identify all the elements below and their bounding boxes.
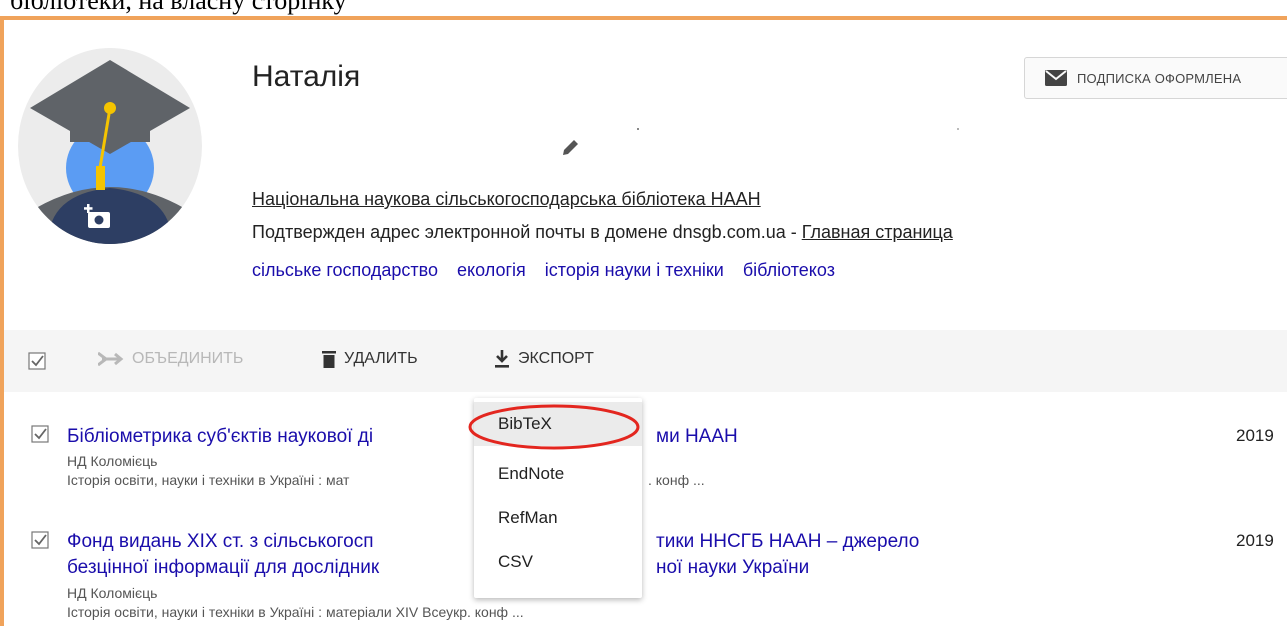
article-venue: Історія освіти, науки і техніки в Україн… [67,472,350,488]
article-title-link-tail[interactable]: тики ННСГБ НААН – джерело [656,529,919,554]
interest-link[interactable]: бібліотекоз [743,260,835,280]
interest-link[interactable]: історія науки і техніки [545,260,724,280]
edit-pencil-icon[interactable] [561,137,581,157]
merge-icon [98,352,124,366]
orange-frame-top [0,16,1287,20]
export-refman-item[interactable]: RefMan [474,496,642,540]
subscribe-button[interactable]: ПОДПИСКА ОФОРМЛЕНА [1024,57,1287,99]
orange-frame-left [0,16,4,626]
homepage-link[interactable]: Главная страница [802,222,953,242]
article-title-link-line2[interactable]: безцінної інформації для дослідник [67,555,379,580]
add-photo-icon[interactable] [84,204,112,230]
export-csv-item[interactable]: CSV [474,540,642,584]
export-button[interactable]: ЭКСПОРТ [494,350,594,368]
interest-link[interactable]: екологія [457,260,526,280]
red-highlight-ellipse [468,404,640,450]
interest-link[interactable]: сільське господарство [252,260,438,280]
article-venue-tail: . конф ... [648,472,705,488]
article-title-link-line2-tail[interactable]: ної науки України [656,555,809,580]
email-text: Подтвержден адрес электронной почты в до… [252,222,802,242]
profile-name: Наталія [252,60,361,93]
trash-icon [322,351,336,368]
export-endnote-item[interactable]: EndNote [474,452,642,496]
email-verification-text: Подтвержден адрес электронной почты в до… [252,222,953,243]
mail-icon [1045,70,1067,86]
delete-label: УДАЛИТЬ [344,350,418,367]
redacted-marks [637,128,959,130]
article-title-link-tail[interactable]: ми НААН [656,424,738,449]
article-authors: НД Коломієць [67,453,158,469]
article-checkbox[interactable] [31,531,49,549]
interests-list: сільське господарство екологія історія н… [252,260,849,281]
export-label: ЭКСПОРТ [518,350,594,367]
avatar[interactable] [18,48,202,244]
document-caption-text: бібліотеки, на власну сторінку [10,0,347,15]
affiliation-link[interactable]: Національна наукова сільськогосподарська… [252,189,761,210]
article-checkbox[interactable] [31,425,49,443]
article-year: 2019 [1236,426,1274,445]
article-title-link[interactable]: Фонд видань XIX ст. з сільськогосп [67,529,374,554]
delete-button[interactable]: УДАЛИТЬ [322,350,418,368]
select-all-checkbox[interactable] [28,352,46,370]
merge-button[interactable]: ОБЪЕДИНИТЬ [98,350,243,368]
article-year: 2019 [1236,531,1274,550]
article-title-link[interactable]: Бібліометрика суб'єктів наукової ді [67,424,373,449]
merge-label: ОБЪЕДИНИТЬ [132,350,244,367]
download-icon [495,350,509,368]
subscribe-label: ПОДПИСКА ОФОРМЛЕНА [1077,70,1242,86]
article-venue: Історія освіти, науки і техніки в Україн… [67,604,524,620]
article-authors: НД Коломієць [67,585,158,601]
